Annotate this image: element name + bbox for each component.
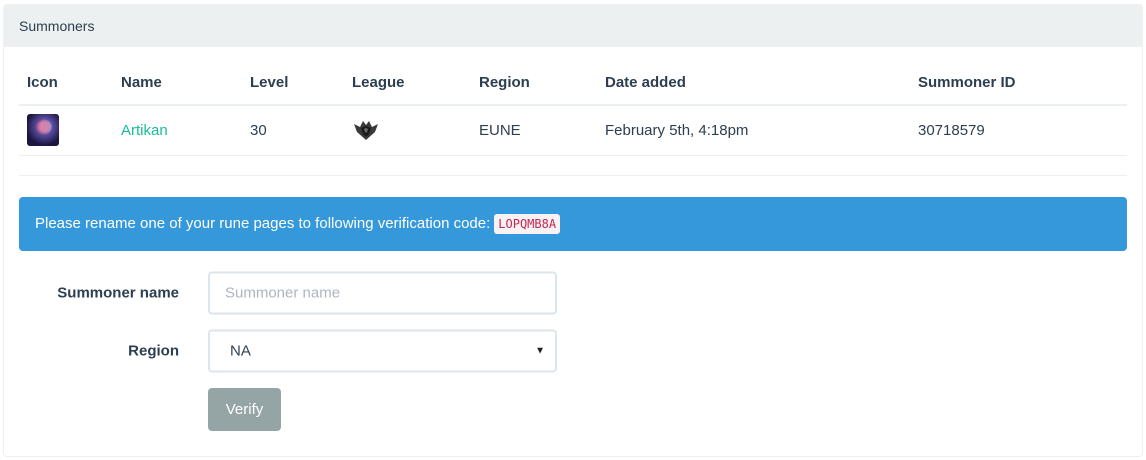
header-date-added: Date added xyxy=(597,61,910,106)
verification-code: LOPQMB8A xyxy=(494,213,561,234)
header-summoner-id: Summoner ID xyxy=(910,61,1127,106)
region-select-value: NA xyxy=(230,342,251,359)
cell-date-added: February 5th, 4:18pm xyxy=(597,105,910,156)
summoners-table: Icon Name Level League Region Date added… xyxy=(19,61,1127,176)
header-region: Region xyxy=(471,61,597,106)
panel-heading: Summoners xyxy=(4,5,1142,47)
verification-alert: Please rename one of your rune pages to … xyxy=(19,196,1127,251)
table-header-row: Icon Name Level League Region Date added… xyxy=(19,61,1127,106)
spacer-cell xyxy=(19,155,1127,176)
summoner-name-label: Summoner name xyxy=(57,284,179,301)
summoner-name-row: Summoner name xyxy=(19,264,1127,322)
header-level: Level xyxy=(242,61,344,106)
table-spacer-row xyxy=(19,155,1127,176)
cell-name: Artikan xyxy=(113,105,242,156)
table-row: Artikan 30 EUNE February 5th, 4:18pm 307… xyxy=(19,105,1127,156)
league-emblem-icon xyxy=(354,121,378,141)
caret-down-icon: ▼ xyxy=(535,345,545,356)
summoner-avatar xyxy=(27,114,59,147)
cell-summoner-id: 30718579 xyxy=(910,105,1127,156)
verify-button[interactable]: Verify xyxy=(208,387,281,431)
verify-row: Verify xyxy=(19,380,1127,440)
summoner-name-input[interactable] xyxy=(208,271,557,314)
panel-title: Summoners xyxy=(19,18,95,34)
summoner-name-link[interactable]: Artikan xyxy=(121,122,168,139)
cell-icon xyxy=(19,105,113,156)
region-select[interactable]: NA ▼ xyxy=(208,329,557,372)
header-icon: Icon xyxy=(19,61,113,106)
header-name: Name xyxy=(113,61,242,106)
region-row: Region NA ▼ xyxy=(19,322,1127,380)
region-label: Region xyxy=(128,342,179,359)
cell-league xyxy=(344,105,471,156)
alert-message: Please rename one of your rune pages to … xyxy=(35,215,491,232)
summoners-panel: Summoners Icon Name Level League Region … xyxy=(3,4,1143,457)
cell-region: EUNE xyxy=(471,105,597,156)
header-league: League xyxy=(344,61,471,106)
cell-level: 30 xyxy=(242,105,344,156)
panel-body: Icon Name Level League Region Date added… xyxy=(4,61,1142,440)
